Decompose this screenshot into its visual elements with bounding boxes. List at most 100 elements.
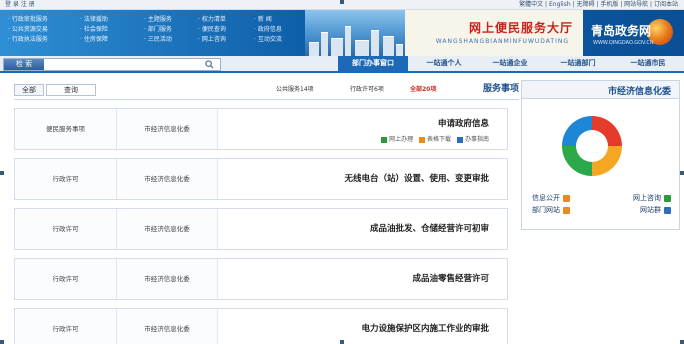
item-type: 便民服务事项 [15,109,117,149]
consult-icon [664,194,671,202]
quick-link[interactable]: · 互动交流 [254,35,282,45]
tab-department[interactable]: 一站通部门 [550,56,606,71]
quick-link[interactable]: · 行政执法服务 [8,35,48,45]
guide-action[interactable]: 办事指南 [456,136,489,143]
guide-icon [456,136,463,143]
department-site-label: 部门网站 [532,206,560,214]
tab-citizen[interactable]: 一站通市民 [620,56,676,71]
tab-personal[interactable]: 一站通个人 [416,56,472,71]
consult-link-label: 网上咨询 [633,194,661,202]
info-disclosure-label: 信息公开 [532,194,560,202]
item-department: 市经济信息化委 [117,309,218,344]
quick-links-column: · 法律援助 · 社会保险 · 住房保障 [80,15,108,45]
site-group-icon [664,206,671,214]
section-heading: 服务事项 [482,84,519,94]
quick-link[interactable]: · 便民查询 [198,25,226,35]
site-url: WWW.QINGDAO.GOV.CN [593,40,654,46]
online-action[interactable]: 网上办理 [381,136,413,143]
item-title[interactable]: 电力设施保护区内施工作业的审批 [361,322,489,334]
computer-icon [381,136,388,143]
quick-link[interactable]: · 权力清单 [198,15,226,25]
list-item[interactable]: 行政许可 市经济信息化委 成品油零售经营许可 [14,258,508,300]
search-box[interactable]: 检 索 [3,58,221,71]
guide-action-label: 办事指南 [464,136,489,143]
item-type: 行政许可 [15,259,117,299]
selection-handle [0,171,4,175]
quick-link[interactable]: · 部门服务 [144,25,172,35]
list-item[interactable]: 行政许可 市经济信息化委 无线电台（站）设置、使用、变更审批 [14,158,508,200]
item-type: 行政许可 [15,209,117,249]
quick-link[interactable]: · 公共资源交易 [8,25,48,35]
item-title[interactable]: 申请政府信息 [438,117,489,129]
site-group-label: 网站群 [640,206,661,214]
quick-link[interactable]: · 政府信息 [254,25,282,35]
online-action-label: 网上办理 [389,136,414,143]
site-group-link[interactable]: 网站群 [640,205,671,215]
item-department: 市经济信息化委 [117,159,218,199]
public-service-count[interactable]: 公共服务14项 [276,85,314,95]
utility-links[interactable]: 繁體中文 | English | 无障碍 | 手机版 | 网站导航 | 订阅本站 [519,0,678,9]
admin-permit-count[interactable]: 行政许可6项 [350,85,384,95]
consult-link[interactable]: 网上咨询 [633,193,671,203]
tab-enterprise[interactable]: 一站通企业 [482,56,538,71]
quick-link[interactable]: · 住房保障 [80,35,108,45]
site-name: 青岛政务网 [591,24,652,38]
download-action-label: 表格下载 [427,136,452,143]
search-button[interactable]: 检 索 [4,59,44,70]
department-panel: 市经济信息化委 网上咨询 信息公开 网站群 部门网站 [521,75,680,344]
city-skyline-image [305,10,405,56]
quick-link[interactable]: · 行政审批服务 [8,15,48,25]
list-item[interactable]: 行政许可 市经济信息化委 成品油批发、仓储经营许可初审 [14,208,508,250]
hall-subtitle: WANGSHANGBIANMINFUWUDATING [435,38,569,45]
item-title[interactable]: 成品油批发、仓储经营许可初审 [370,222,489,234]
site-logo[interactable]: 青岛政务网 WWW.QINGDAO.GOV.CN [585,16,679,50]
total-count[interactable]: 全部20项 [410,85,436,95]
download-icon [419,136,426,143]
list-item[interactable]: 便民服务事项 市经济信息化委 申请政府信息 网上办理 表格下载 办事指南 [14,108,508,150]
item-title[interactable]: 成品油零售经营许可 [412,272,489,284]
quick-links-column: · 权力清单 · 便民查询 · 网上咨询 [198,15,226,45]
item-department: 市经济信息化委 [117,259,218,299]
info-disclosure-link[interactable]: 信息公开 [532,193,570,203]
quick-link[interactable]: · 社会保险 [80,25,108,35]
department-site-link[interactable]: 部门网站 [532,205,570,215]
selection-handle [680,340,684,344]
department-logo-icon [562,116,622,176]
item-department: 市经济信息化委 [117,109,218,149]
quick-links-column: · 新 闻 · 政府信息 · 互动交流 [254,15,282,45]
tab-department-window[interactable]: 部门办事窗口 [338,56,408,71]
item-department: 市经济信息化委 [117,209,218,249]
login-links[interactable]: 登 录 注 册 [5,0,35,9]
filter-bar: 全部 查询 公共服务14项 行政许可6项 全部20项 服务事项 [14,83,519,100]
quick-links-column: · 主题服务 · 部门服务 · 三民活动 [144,15,172,45]
quick-link[interactable]: · 三民活动 [144,35,172,45]
department-card-header: 市经济信息化委 [522,81,679,99]
info-icon [563,194,570,202]
department-name: 市经济信息化委 [607,87,671,97]
query-button[interactable]: 查询 [46,84,96,96]
item-title[interactable]: 无线电台（站）设置、使用、变更审批 [344,172,489,184]
quick-link[interactable]: · 新 闻 [254,15,282,25]
item-actions: 网上办理 表格下载 办事指南 [377,134,489,143]
item-type: 行政许可 [15,309,117,344]
department-card: 市经济信息化委 网上咨询 信息公开 网站群 部门网站 [521,80,680,230]
selection-handle [0,340,4,344]
list-item[interactable]: 行政许可 市经济信息化委 电力设施保护区内施工作业的审批 [14,308,508,344]
quick-link[interactable]: · 网上咨询 [198,35,226,45]
all-filter-button[interactable]: 全部 [14,84,44,96]
hall-title-box: 网上便民服务大厅 WANGSHANGBIANMINFUWUDATING [405,10,583,56]
download-action[interactable]: 表格下载 [419,136,451,143]
selection-handle [340,0,344,4]
quick-link[interactable]: · 主题服务 [144,15,172,25]
header-banner: · 行政审批服务 · 公共资源交易 · 行政执法服务 · 法律援助 · 社会保险… [0,10,684,56]
search-icon[interactable] [205,60,214,69]
department-site-icon [563,206,570,214]
item-type: 行政许可 [15,159,117,199]
selection-handle [680,171,684,175]
quick-links-column: · 行政审批服务 · 公共资源交易 · 行政执法服务 [8,15,48,45]
selection-handle [340,340,344,344]
hall-title: 网上便民服务大厅 [468,21,573,35]
nav-bar: 检 索 部门办事窗口 一站通个人 一站通企业 一站通部门 一站通市民 [0,56,684,73]
quick-link[interactable]: · 法律援助 [80,15,108,25]
service-list-area: 全部 查询 公共服务14项 行政许可6项 全部20项 服务事项 便民服务事项 市… [0,75,519,344]
